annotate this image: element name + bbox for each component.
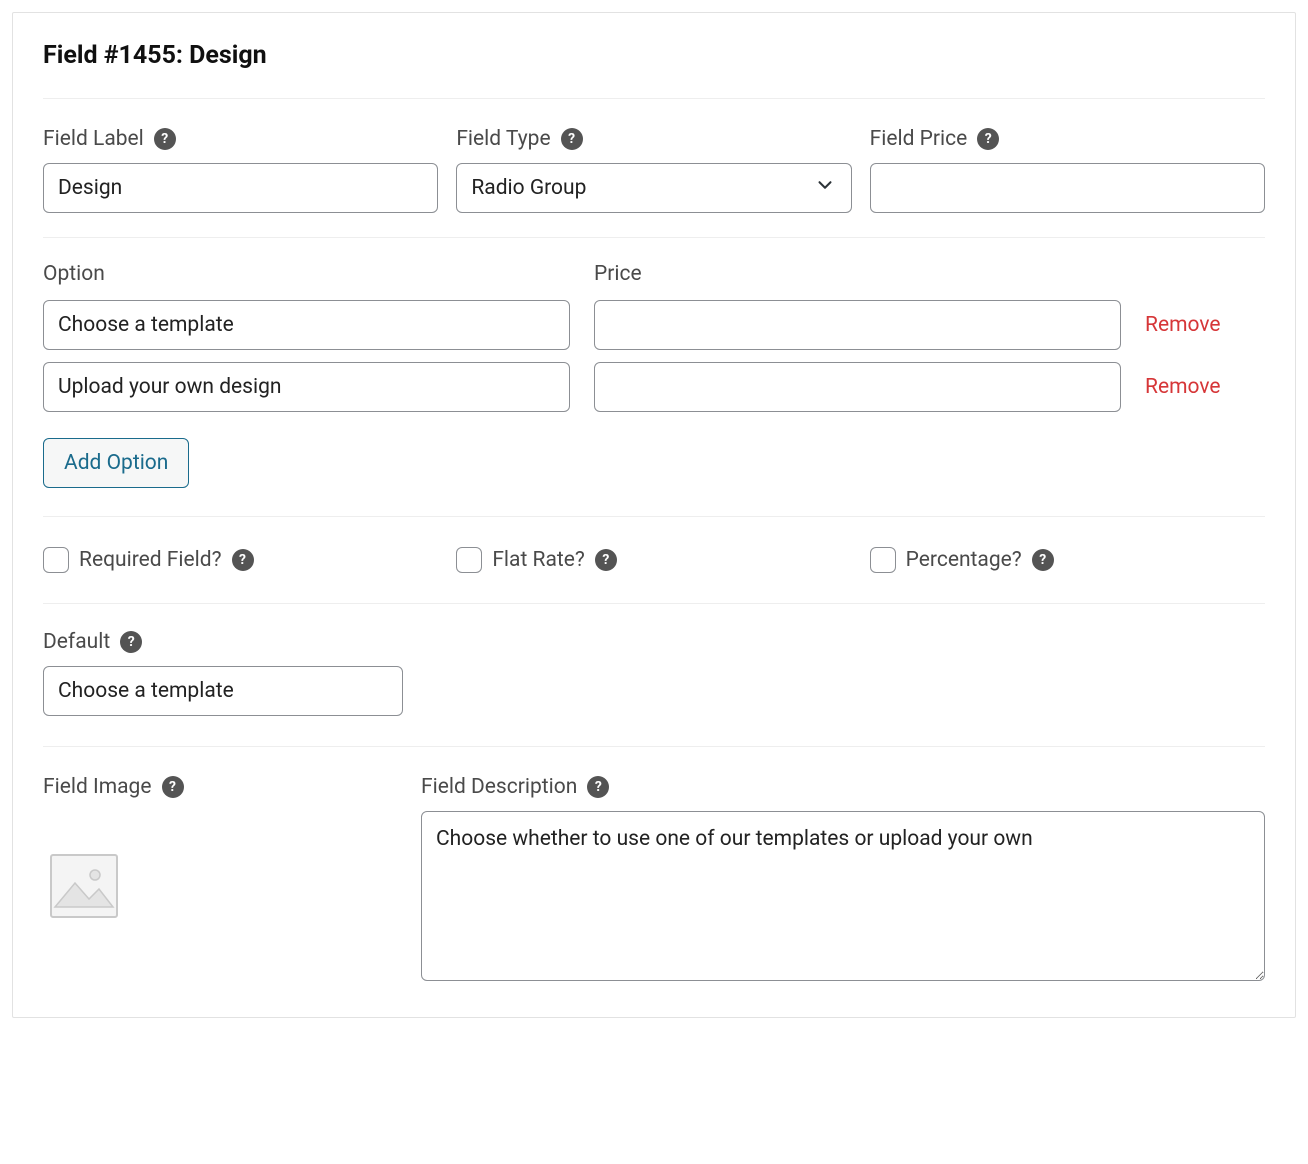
help-icon[interactable]: ?	[1032, 549, 1054, 571]
help-icon[interactable]: ?	[587, 776, 609, 798]
remove-option-link[interactable]: Remove	[1145, 313, 1265, 337]
price-column-label: Price	[594, 262, 1121, 286]
flat-rate-checkbox[interactable]	[456, 547, 482, 573]
help-icon[interactable]: ?	[120, 631, 142, 653]
flat-rate-label: Flat Rate?	[492, 548, 585, 572]
help-icon[interactable]: ?	[595, 549, 617, 571]
help-icon[interactable]: ?	[162, 776, 184, 798]
help-icon[interactable]: ?	[232, 549, 254, 571]
help-icon[interactable]: ?	[977, 128, 999, 150]
field-description-label: Field Description	[421, 775, 577, 799]
field-description-textarea[interactable]	[421, 811, 1265, 981]
default-row: Default ?	[43, 603, 1265, 746]
add-option-button[interactable]: Add Option	[43, 438, 189, 488]
option-price-input[interactable]	[594, 362, 1121, 412]
option-column-label: Option	[43, 262, 570, 286]
basic-fields-row: Field Label ? Field Type ? Radio Group F…	[43, 98, 1265, 237]
field-price-col: Field Price ?	[870, 127, 1265, 213]
field-label-input[interactable]	[43, 163, 438, 213]
option-name-input[interactable]	[43, 300, 570, 350]
percentage-checkbox[interactable]	[870, 547, 896, 573]
field-type-col: Field Type ? Radio Group	[456, 127, 851, 213]
default-label: Default	[43, 630, 110, 654]
field-price-input[interactable]	[870, 163, 1265, 213]
field-label-col: Field Label ?	[43, 127, 438, 213]
image-placeholder-icon	[45, 847, 123, 925]
required-checkbox[interactable]	[43, 547, 69, 573]
default-input[interactable]	[43, 666, 403, 716]
help-icon[interactable]: ?	[154, 128, 176, 150]
option-price-input[interactable]	[594, 300, 1121, 350]
options-section: Option Price Remove Remove Add Option	[43, 237, 1265, 516]
required-label: Required Field?	[79, 548, 222, 572]
percentage-label: Percentage?	[906, 548, 1022, 572]
field-price-label: Field Price	[870, 127, 968, 151]
field-image-label: Field Image	[43, 775, 152, 799]
media-row: Field Image ? Field Description ?	[43, 746, 1265, 987]
field-label-label: Field Label	[43, 127, 144, 151]
image-placeholder[interactable]	[43, 845, 125, 927]
field-type-label: Field Type	[456, 127, 550, 151]
flags-row: Required Field? ? Flat Rate? ? Percentag…	[43, 516, 1265, 603]
help-icon[interactable]: ?	[561, 128, 583, 150]
remove-option-link[interactable]: Remove	[1145, 375, 1265, 399]
field-config-panel: Field #1455: Design Field Label ? Field …	[12, 12, 1296, 1018]
field-type-select[interactable]: Radio Group	[456, 163, 851, 213]
option-name-input[interactable]	[43, 362, 570, 412]
panel-title: Field #1455: Design	[43, 41, 1265, 70]
